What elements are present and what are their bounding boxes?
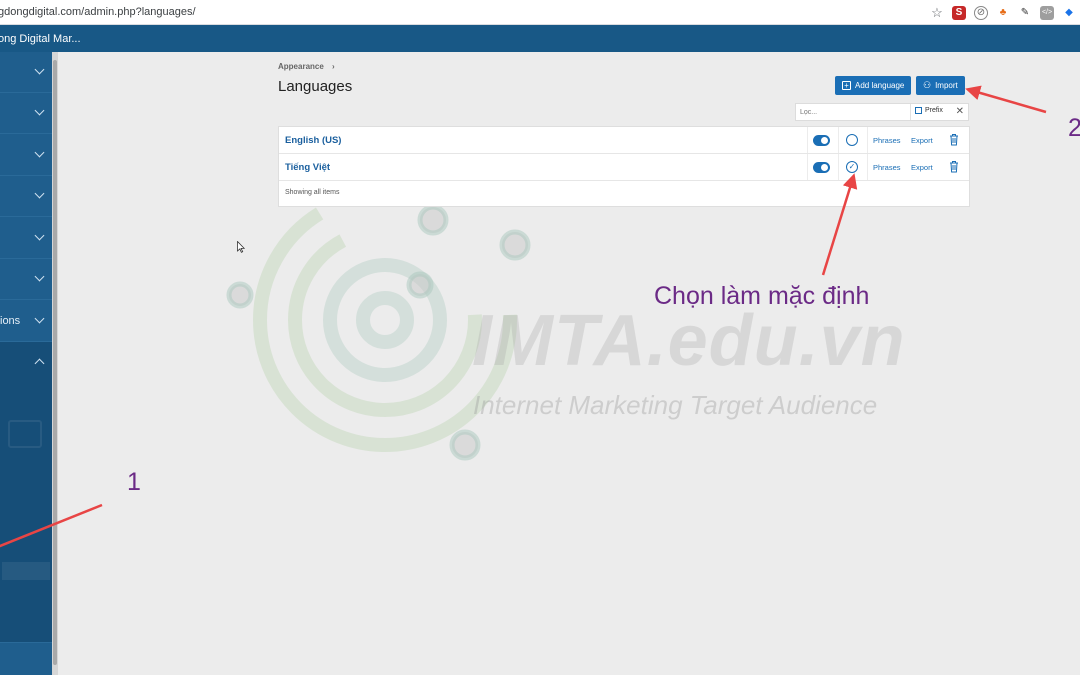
annotation-marker-2: 2 — [1068, 114, 1080, 142]
annotation-marker-1: 1 — [127, 468, 141, 496]
annotation-arrows — [0, 85, 1047, 548]
annotation-default-note: Chọn làm mặc định — [654, 282, 870, 310]
